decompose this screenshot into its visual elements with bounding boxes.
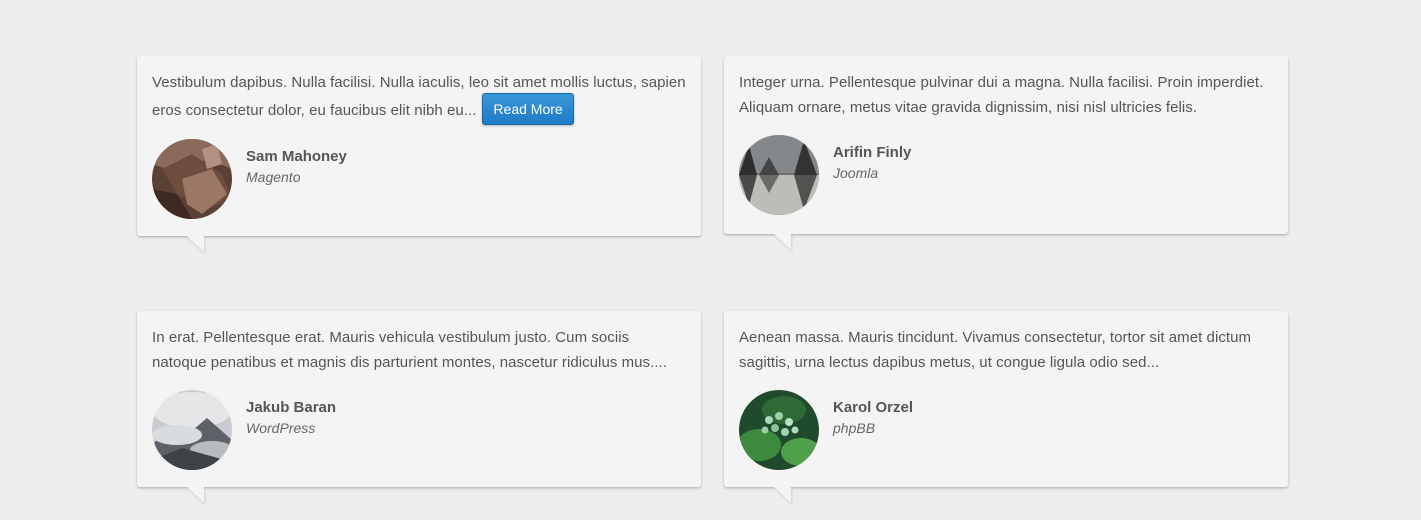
author-info: Arifin Finly Joomla	[833, 135, 911, 183]
author-name: Karol Orzel	[833, 399, 914, 416]
testimonial-card: In erat. Pellentesque erat. Mauris vehic…	[137, 311, 701, 487]
testimonial-quote: In erat. Pellentesque erat. Mauris vehic…	[152, 329, 667, 371]
author-info: Karol Orzel phpBB	[833, 390, 913, 438]
author-role: Joomla	[833, 165, 879, 181]
author-role: WordPress	[246, 420, 316, 436]
author-name: Arifin Finly	[833, 144, 912, 161]
author-name: Sam Mahoney	[246, 148, 347, 165]
testimonial-author: Arifin Finly Joomla	[739, 135, 1273, 234]
testimonial-card: Aenean massa. Mauris tincidunt. Vivamus …	[724, 311, 1288, 487]
testimonial-author: Jakub Baran WordPress	[152, 390, 686, 487]
testimonial-quote: Vestibulum dapibus. Nulla facilisi. Null…	[152, 70, 686, 127]
testimonial-quote: Integer urna. Pellentesque pulvinar dui …	[739, 74, 1264, 116]
testimonial-card: Integer urna. Pellentesque pulvinar dui …	[724, 56, 1288, 234]
author-role: phpBB	[833, 420, 876, 436]
avatar	[739, 390, 819, 470]
testimonial-quote: Aenean massa. Mauris tincidunt. Vivamus …	[739, 329, 1252, 371]
green-plant-photo	[739, 390, 819, 470]
quote-text: Vestibulum dapibus. Nulla facilisi. Null…	[152, 74, 686, 119]
avatar	[152, 390, 232, 470]
forest-lake-photo	[739, 135, 819, 215]
author-info: Sam Mahoney Magento	[246, 139, 347, 187]
avatar	[152, 139, 232, 219]
testimonial-author: Sam Mahoney Magento	[152, 139, 686, 236]
author-role: Magento	[246, 169, 301, 185]
rock-cliff-photo	[152, 139, 232, 219]
testimonial-card: Vestibulum dapibus. Nulla facilisi. Null…	[137, 56, 701, 236]
misty-mountain-photo	[152, 390, 232, 470]
avatar	[739, 135, 819, 215]
author-name: Jakub Baran	[246, 399, 337, 416]
testimonial-author: Karol Orzel phpBB	[739, 390, 1273, 487]
author-info: Jakub Baran WordPress	[246, 390, 336, 438]
read-more-button[interactable]: Read More	[482, 93, 574, 125]
testimonials-section: Vestibulum dapibus. Nulla facilisi. Null…	[0, 0, 1421, 520]
